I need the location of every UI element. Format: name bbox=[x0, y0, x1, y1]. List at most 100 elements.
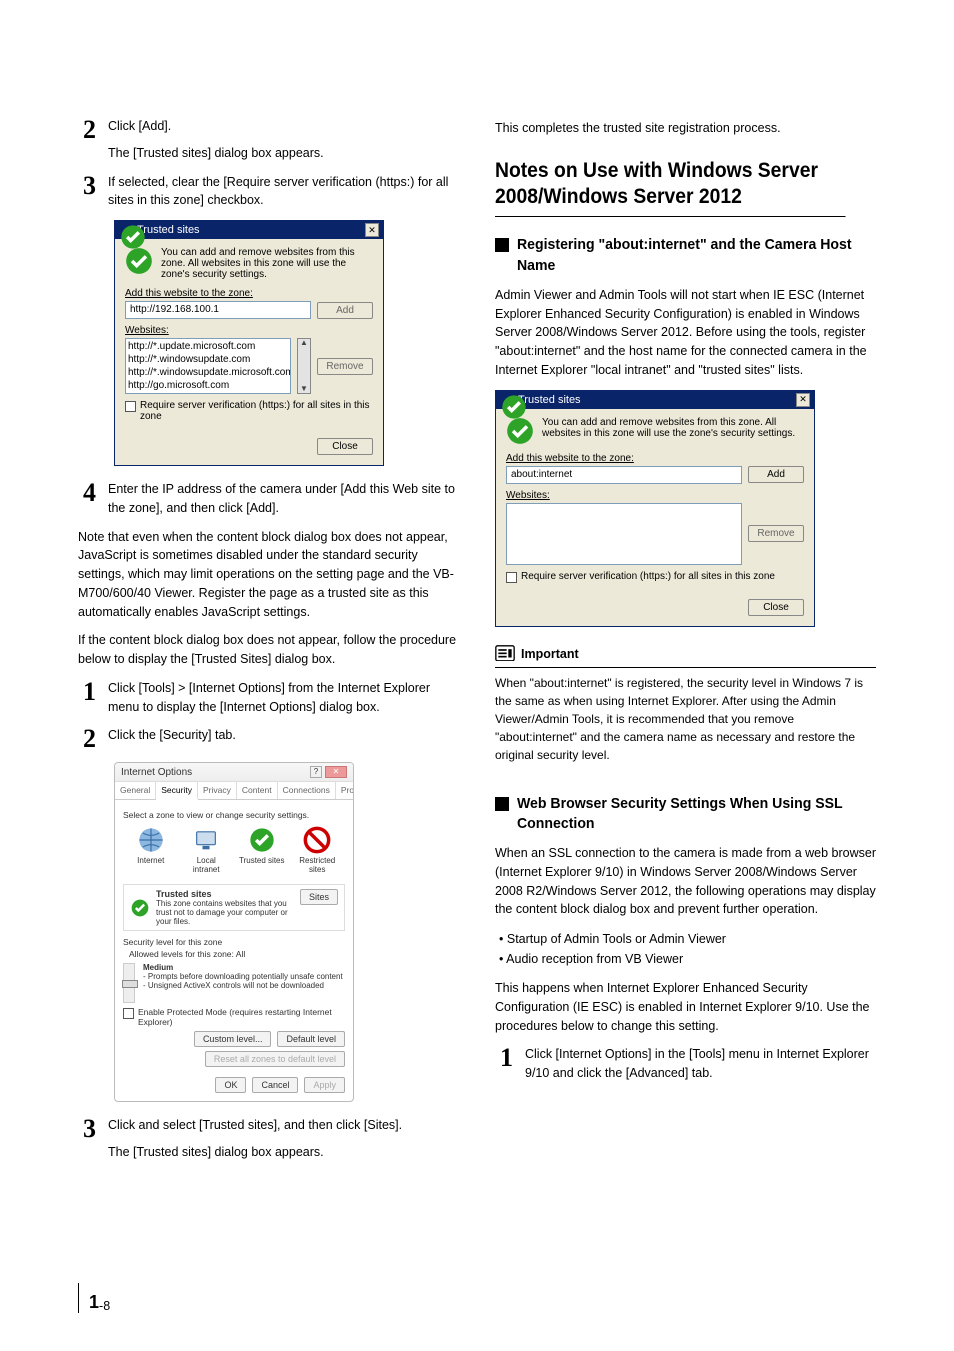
add-website-label: Add this website to the zone: bbox=[125, 288, 373, 299]
check-icon bbox=[130, 898, 150, 918]
tab-general[interactable]: General bbox=[115, 782, 156, 799]
step-subtext: The [Trusted sites] dialog box appears. bbox=[108, 144, 459, 163]
close-button[interactable]: Close bbox=[748, 599, 804, 616]
dialog-desc: You can add and remove websites from thi… bbox=[542, 417, 804, 445]
tab-programs[interactable]: Programs bbox=[336, 782, 354, 799]
subsection-heading: Web Browser Security Settings When Using… bbox=[517, 794, 854, 835]
select-zone-label: Select a zone to view or change security… bbox=[123, 810, 345, 820]
step-number: 2 bbox=[78, 117, 96, 163]
dialog-desc: You can add and remove websites from thi… bbox=[161, 247, 373, 280]
scrollbar[interactable]: ▲▼ bbox=[297, 338, 311, 394]
list-item[interactable]: http://*.windowsupdate.com bbox=[128, 353, 288, 366]
body-paragraph: When an SSL connection to the camera is … bbox=[495, 844, 876, 919]
step-text: Click [Add]. bbox=[108, 117, 459, 136]
dialog-title-text: Trusted sites bbox=[518, 394, 796, 406]
step-text: Click and select [Trusted sites], and th… bbox=[108, 1116, 459, 1135]
level-name: Medium bbox=[143, 963, 345, 972]
close-icon[interactable]: ✕ bbox=[365, 223, 379, 237]
zone-trusted-sites[interactable]: Trusted sites bbox=[239, 826, 285, 874]
security-slider[interactable] bbox=[123, 963, 135, 1003]
body-paragraph: Note that even when the content block di… bbox=[78, 528, 459, 622]
list-item: Audio reception from VB Viewer bbox=[499, 949, 876, 969]
page-number: 1-8 bbox=[78, 1283, 110, 1313]
trusted-sites-dialog: Trusted sites ✕ You can add and remove w… bbox=[495, 390, 815, 627]
remove-button[interactable]: Remove bbox=[317, 358, 373, 375]
step-number: 3 bbox=[78, 1116, 96, 1162]
zone-local-intranet[interactable]: Local intranet bbox=[183, 826, 229, 874]
list-item[interactable]: http://*.update.microsoft.com bbox=[128, 340, 288, 353]
step-text: If selected, clear the [Require server v… bbox=[108, 173, 459, 211]
trusted-sites-heading: Trusted sites bbox=[156, 889, 294, 899]
close-icon[interactable]: ✕ bbox=[796, 393, 810, 407]
dialog-title-text: Trusted sites bbox=[137, 224, 365, 236]
globe-icon bbox=[137, 826, 165, 854]
step-text: Click [Tools] > [Internet Options] from … bbox=[108, 679, 459, 717]
require-https-checkbox[interactable] bbox=[125, 401, 136, 412]
important-label: Important bbox=[521, 647, 579, 661]
body-paragraph: This completes the trusted site registra… bbox=[495, 119, 876, 138]
protected-mode-checkbox[interactable] bbox=[123, 1008, 134, 1019]
tab-privacy[interactable]: Privacy bbox=[198, 782, 237, 799]
level-desc: - Unsigned ActiveX controls will not be … bbox=[143, 981, 345, 990]
add-website-input[interactable]: http://192.168.100.1 bbox=[125, 301, 311, 319]
ok-button[interactable]: OK bbox=[215, 1077, 246, 1093]
list-item[interactable]: http://go.microsoft.com bbox=[128, 379, 288, 392]
square-bullet-icon bbox=[495, 238, 509, 252]
step-subtext: The [Trusted sites] dialog box appears. bbox=[108, 1143, 459, 1162]
tab-security[interactable]: Security bbox=[156, 782, 198, 800]
trusted-sites-desc: This zone contains websites that you tru… bbox=[156, 899, 294, 926]
dialog-title-text: Internet Options bbox=[121, 767, 192, 778]
subsection-heading: Registering "about:internet" and the Cam… bbox=[517, 235, 854, 276]
step-number: 2 bbox=[78, 726, 96, 752]
add-button[interactable]: Add bbox=[317, 302, 373, 319]
tab-connections[interactable]: Connections bbox=[278, 782, 336, 799]
restricted-icon bbox=[303, 826, 331, 854]
tab-content[interactable]: Content bbox=[237, 782, 278, 799]
custom-level-button[interactable]: Custom level... bbox=[194, 1031, 272, 1047]
add-button[interactable]: Add bbox=[748, 466, 804, 483]
allowed-levels-label: Allowed levels for this zone: All bbox=[129, 949, 345, 959]
internet-options-dialog: Internet Options ? ✕ General Security Pr… bbox=[114, 762, 354, 1102]
body-paragraph: This happens when Internet Explorer Enha… bbox=[495, 979, 876, 1035]
protected-mode-label: Enable Protected Mode (requires restarti… bbox=[138, 1007, 345, 1027]
add-website-label: Add this website to the zone: bbox=[506, 453, 804, 464]
body-paragraph: Admin Viewer and Admin Tools will not st… bbox=[495, 286, 876, 380]
step-text: Click the [Security] tab. bbox=[108, 726, 459, 745]
reset-zones-button[interactable]: Reset all zones to default level bbox=[205, 1051, 345, 1067]
apply-button[interactable]: Apply bbox=[304, 1077, 345, 1093]
close-button[interactable]: Close bbox=[317, 438, 373, 455]
add-website-input[interactable]: about:internet bbox=[506, 466, 742, 484]
security-level-label: Security level for this zone bbox=[123, 937, 345, 947]
require-https-checkbox[interactable] bbox=[506, 572, 517, 583]
list-item: Startup of Admin Tools or Admin Viewer bbox=[499, 929, 876, 949]
check-icon bbox=[125, 247, 153, 275]
close-icon[interactable]: ✕ bbox=[325, 766, 347, 778]
square-bullet-icon bbox=[495, 797, 509, 811]
check-icon bbox=[248, 826, 276, 854]
websites-label: Websites: bbox=[506, 490, 804, 501]
important-text: When "about:internet" is registered, the… bbox=[495, 674, 876, 764]
trusted-sites-dialog: Trusted sites ✕ You can add and remove w… bbox=[114, 220, 384, 466]
sites-button[interactable]: Sites bbox=[300, 889, 338, 905]
remove-button[interactable]: Remove bbox=[748, 525, 804, 542]
level-desc: - Prompts before downloading potentially… bbox=[143, 972, 345, 981]
step-number: 1 bbox=[78, 679, 96, 717]
websites-listbox[interactable]: http://*.update.microsoft.com http://*.w… bbox=[125, 338, 291, 394]
cancel-button[interactable]: Cancel bbox=[252, 1077, 298, 1093]
step-number: 4 bbox=[78, 480, 96, 518]
websites-listbox[interactable] bbox=[506, 503, 742, 565]
list-item[interactable]: http://*.windowsupdate.microsoft.com bbox=[128, 366, 288, 379]
tab-bar: General Security Privacy Content Connect… bbox=[115, 782, 353, 800]
step-text: Click [Internet Options] in the [Tools] … bbox=[525, 1045, 876, 1083]
require-https-label: Require server verification (https:) for… bbox=[140, 400, 373, 422]
zone-restricted-sites[interactable]: Restricted sites bbox=[294, 826, 340, 874]
step-number: 3 bbox=[78, 173, 96, 211]
websites-label: Websites: bbox=[125, 325, 373, 336]
section-heading: Notes on Use with Windows Server 2008/Wi… bbox=[495, 158, 846, 218]
default-level-button[interactable]: Default level bbox=[277, 1031, 345, 1047]
zone-internet[interactable]: Internet bbox=[128, 826, 174, 874]
body-paragraph: If the content block dialog box does not… bbox=[78, 631, 459, 669]
help-icon[interactable]: ? bbox=[310, 766, 322, 778]
check-icon bbox=[506, 417, 534, 445]
important-icon bbox=[495, 645, 515, 663]
